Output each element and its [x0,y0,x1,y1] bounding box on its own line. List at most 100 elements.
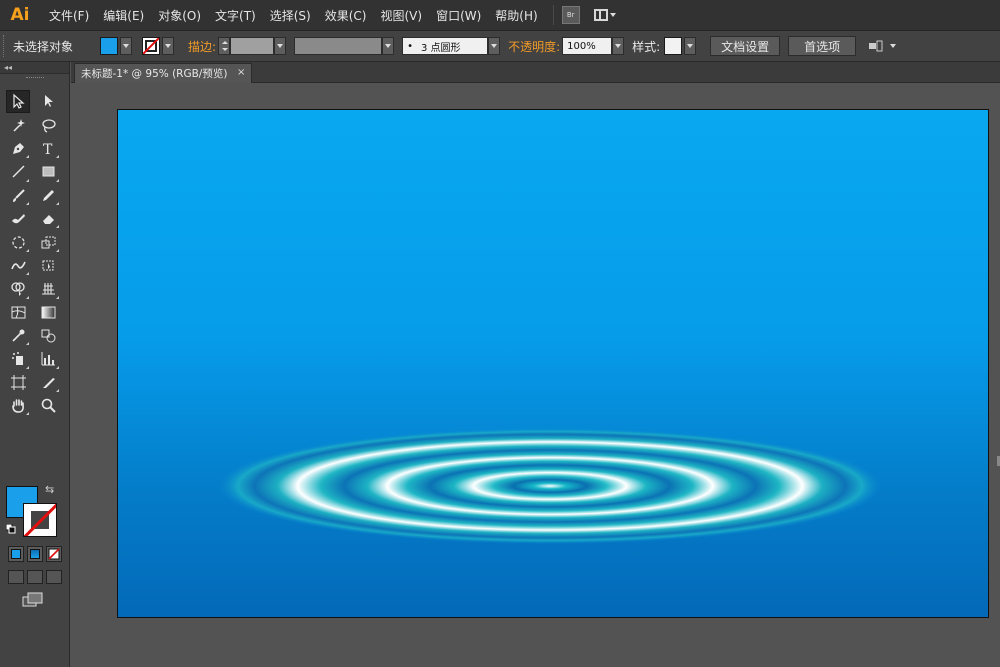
draw-normal-button[interactable] [8,570,24,584]
menu-effect[interactable]: 效果(C) [318,7,374,24]
panel-grip[interactable] [3,35,7,57]
stroke-weight-dropdown[interactable] [274,37,287,55]
eraser-tool[interactable] [36,207,60,230]
menu-view[interactable]: 视图(V) [373,7,429,24]
free-transform-tool[interactable] [36,254,60,277]
symbol-sprayer-tool[interactable] [6,347,30,370]
line-segment-tool[interactable] [6,160,30,183]
free-transform-icon [42,260,53,271]
symbol-sprayer-icon [11,352,23,366]
artboard[interactable] [117,109,989,618]
canvas-area[interactable] [71,84,1000,667]
gradient-tool[interactable] [36,301,60,324]
none-mode-button[interactable] [46,546,62,562]
control-bar: 未选择对象 描边: • 3 点圆形 不透明度: 100% 样式: 文档设置 首选… [0,31,1000,62]
blob-brush-tool[interactable] [6,207,30,230]
arrow-icon [12,93,25,109]
chevron-down-icon [890,44,897,48]
opacity-dropdown[interactable] [612,37,625,55]
rotate-tool[interactable] [6,230,30,253]
opacity-field[interactable]: 100% [562,37,613,55]
brush-definition-field[interactable]: • 3 点圆形 [402,37,489,55]
arrange-documents-button[interactable] [593,9,616,21]
bridge-button[interactable]: Br [561,6,580,24]
type-tool[interactable]: T [36,137,60,160]
scale-icon [41,236,55,249]
color-mode-button[interactable] [8,546,24,562]
style-dropdown[interactable] [684,37,697,55]
arrange-documents-icon [593,9,608,21]
pencil-tool[interactable] [36,184,60,207]
magic-wand-tool[interactable] [6,113,30,136]
gradient-mode-button[interactable] [27,546,43,562]
stroke-dropdown[interactable] [162,37,175,55]
color-mode-row [8,546,62,562]
opacity-label[interactable]: 不透明度: [508,38,560,55]
hand-tool[interactable] [6,394,30,417]
fill-dropdown[interactable] [120,37,133,55]
brush-dropdown[interactable] [488,37,501,55]
swap-fill-stroke-icon[interactable]: ⇆ [45,484,57,496]
warp-tool[interactable] [6,254,30,277]
zoom-tool[interactable] [36,394,60,417]
menu-window[interactable]: 窗口(W) [429,7,488,24]
blend-tool[interactable] [36,324,60,347]
panel-menu-button[interactable] [868,40,897,52]
document-tab[interactable]: 未标题-1* @ 95% (RGB/预览) × [74,63,253,83]
draw-behind-button[interactable] [27,570,43,584]
blend-icon [41,329,55,343]
profile-dropdown[interactable] [382,37,395,55]
perspective-grid-tool[interactable] [36,277,60,300]
rectangle-tool[interactable] [36,160,60,183]
hand-icon [11,399,24,414]
line-icon [12,165,24,178]
pen-tool[interactable] [6,137,30,160]
menu-select[interactable]: 选择(S) [263,7,318,24]
eyedropper-icon [11,329,24,342]
stroke-swatch[interactable] [23,503,57,537]
shape-builder-icon [10,282,25,297]
menu-file[interactable]: 文件(F) [42,7,96,24]
lasso-tool[interactable] [36,113,60,136]
menu-object[interactable]: 对象(O) [151,7,208,24]
mesh-tool[interactable] [6,301,30,324]
preferences-button[interactable]: 首选项 [788,36,857,56]
variable-width-profile[interactable] [294,37,383,55]
selection-tool[interactable] [6,90,30,114]
fill-color-swatch[interactable] [100,37,119,55]
slice-tool[interactable] [36,371,60,394]
pencil-icon [42,189,54,201]
stroke-label[interactable]: 描边: [188,38,216,55]
direct-selection-tool[interactable] [36,90,60,113]
shape-builder-tool[interactable] [6,277,30,300]
collapse-icon[interactable]: ◂◂ [4,63,12,72]
draw-inside-button[interactable] [46,570,62,584]
menu-edit[interactable]: 编辑(E) [96,7,151,24]
paintbrush-tool[interactable] [6,184,30,207]
stroke-weight-field[interactable] [230,37,275,55]
menu-type[interactable]: 文字(T) [208,7,263,24]
default-fill-stroke-icon[interactable] [6,524,16,534]
document-setup-button[interactable]: 文档设置 [710,36,781,56]
menu-divider [552,5,554,25]
chevron-down-icon [491,44,498,48]
stroke-color-swatch[interactable] [142,37,161,55]
stroke-weight-stepper[interactable] [218,37,231,55]
slice-knife-icon [42,377,55,388]
close-icon[interactable]: × [237,67,245,78]
eyedropper-tool[interactable] [6,324,30,347]
menu-help[interactable]: 帮助(H) [488,7,544,24]
panel-options-icon [869,40,883,52]
column-graph-tool[interactable] [36,347,60,370]
panel-grip[interactable] [25,77,44,79]
tools-panel-header[interactable]: ◂◂ [0,62,69,74]
magic-wand-icon [12,118,25,132]
water-ripple-artwork [218,428,882,544]
scale-tool[interactable] [36,230,60,253]
brush-definition-label: 3 点圆形 [420,42,461,54]
screen-mode-icon[interactable] [22,592,44,608]
artboard-tool[interactable] [6,371,30,394]
blob-brush-icon [11,214,25,224]
chevron-down-icon [277,44,284,48]
graphic-style-swatch[interactable] [664,37,683,55]
